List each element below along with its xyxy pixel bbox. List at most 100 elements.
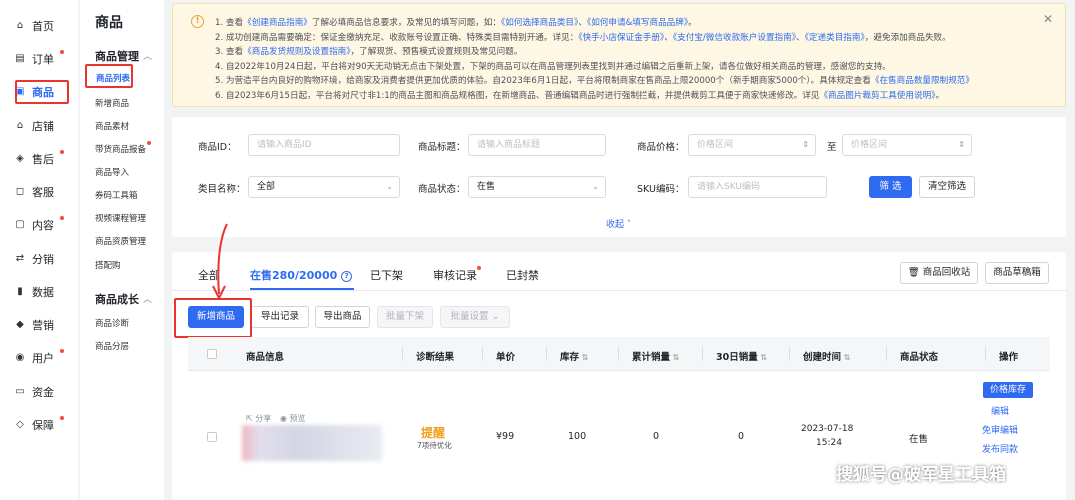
nav-item-12[interactable]: ▭ 资金 — [14, 381, 72, 403]
notice-link[interactable]: 《快手小店保证金手册》 — [578, 33, 664, 43]
created-date: 2023-07-18 — [801, 424, 854, 434]
notice-line-6: 6. 自2023年6月15日起，平台将对尺寸非1:1的商品主图和商品规格图，在新… — [215, 89, 944, 101]
notification-dot — [60, 349, 64, 353]
column-separator — [482, 347, 483, 361]
export-record-button[interactable]: 导出记录 — [251, 306, 309, 328]
column-header-7[interactable]: 创建时间 ⇅ — [803, 343, 851, 373]
total-sales: 0 — [653, 431, 660, 442]
tab-on-sale[interactable]: 在售280/20000 ? — [250, 267, 353, 283]
notification-dot — [147, 141, 151, 145]
column-separator — [702, 347, 703, 361]
shield-icon: ◇ — [16, 419, 24, 430]
product-title-input[interactable]: 请输入商品标题 — [468, 134, 606, 156]
column-header-label: 诊断结果 — [416, 352, 455, 363]
preview-link[interactable]: ◉ 预览 — [280, 413, 306, 424]
column-header-9: 操作 — [999, 343, 1018, 373]
price-stock-button[interactable]: 价格库存 — [983, 382, 1033, 398]
product-id-label: 商品ID： — [198, 142, 237, 153]
distribution-icon: ⇄ — [15, 253, 25, 264]
batch-settings-button[interactable]: 批量设置 ⌄ — [440, 306, 510, 328]
notice-text: 。 — [688, 18, 697, 28]
column-header-label: 操作 — [999, 352, 1019, 363]
notice-text: 、 — [796, 32, 805, 43]
notice-text: 了解必填商品信息要求，及常见的填写问题，如： — [311, 18, 501, 28]
price-from-input[interactable]: 价格区间 ⇕ — [688, 134, 816, 156]
nav-group-product-management[interactable]: 商品管理 ︿ — [95, 48, 152, 64]
store-icon: ⌂ — [16, 120, 24, 131]
clear-filter-button[interactable]: 清空筛选 — [919, 176, 975, 198]
notice-line-3: 3. 查看《商品发货规则及设置指南》，了解现货、预售模式设置规则及常见问题。 — [215, 45, 522, 57]
price-to-input[interactable]: 价格区间 ⇕ — [842, 134, 972, 156]
subnav-item-3[interactable]: 商品素材 — [95, 120, 129, 132]
export-product-button[interactable]: 导出商品 — [315, 306, 370, 328]
row-checkbox[interactable] — [207, 432, 217, 442]
category-select[interactable]: 全部 ⌄ — [248, 176, 400, 198]
subnav-item-6[interactable]: 券码工具箱 — [95, 189, 138, 201]
subnav-item-5[interactable]: 商品导入 — [95, 166, 129, 178]
column-header-label: 库存 — [560, 352, 580, 363]
nav-item-4[interactable]: ⌂ 店铺 — [14, 115, 72, 137]
select-all-checkbox[interactable] — [207, 349, 217, 359]
diagnosis-result: 提醒 — [421, 426, 446, 440]
subnav-item-4[interactable]: 带货商品报备 — [95, 143, 146, 155]
subnav-growth-item-2[interactable]: 商品分层 — [95, 340, 129, 352]
product-status-select[interactable]: 在售 ⌄ — [468, 176, 606, 198]
notice-link[interactable]: 《商品图片裁剪工具使用说明》 — [819, 91, 935, 101]
subnav-item-7[interactable]: 视频课程管理 — [95, 212, 146, 224]
stepper-icon: ⇕ — [958, 140, 965, 149]
home-icon: ⌂ — [16, 20, 24, 31]
notice-text: ，了解现货、预售模式设置规则及常见问题。 — [350, 47, 523, 57]
nav-item-label: 店铺 — [32, 120, 54, 133]
notice-text: 5. 为营造平台内良好的购物环境，给商家及消费者提供更加优质的体验。自2023年… — [215, 76, 871, 86]
nav-group-product-growth[interactable]: 商品成长 ︿ — [95, 291, 152, 307]
notice-link[interactable]: 《在售商品数量限制规范》 — [871, 76, 974, 86]
nav-item-1[interactable]: ⌂ 首页 — [14, 15, 72, 37]
nav-item-label: 订单 — [32, 53, 54, 66]
notice-link[interactable]: 《支付宝/微信收款账户设置指南》 — [673, 33, 796, 43]
sort-icon[interactable]: ⇅ — [670, 353, 680, 362]
column-header-6[interactable]: 30日销量 ⇅ — [716, 343, 767, 373]
nav-item-6[interactable]: ◻ 客服 — [14, 181, 72, 203]
subnav-item-8[interactable]: 商品资质管理 — [95, 235, 146, 247]
subnav-growth-item-1[interactable]: 商品诊断 — [95, 317, 129, 329]
chevron-down-icon: ⌄ — [491, 311, 500, 322]
product-title-label: 商品标题： — [418, 142, 466, 153]
recycle-bin-button[interactable]: 🗑 商品回收站 — [900, 262, 978, 284]
product-id-input[interactable]: 请输入商品ID — [248, 134, 400, 156]
notice-link[interactable]: 《商品发货规则及设置指南》 — [243, 47, 350, 57]
funds-icon: ▭ — [15, 386, 25, 397]
notice-link[interactable]: 《创建商品指南》 — [243, 18, 312, 28]
column-header-label: 30日销量 — [716, 352, 758, 363]
subnav-item-9[interactable]: 搭配购 — [95, 259, 121, 271]
sort-icon[interactable]: ⇅ — [841, 353, 851, 362]
column-header-5[interactable]: 累计销量 ⇅ — [632, 343, 680, 373]
sku-input[interactable]: 请输入SKU编码 — [688, 176, 827, 198]
tab-review-records[interactable]: 审核记录 — [433, 267, 477, 283]
share-link[interactable]: ⇱ 分享 — [246, 413, 271, 424]
batch-off-shelf-button[interactable]: 批量下架 — [377, 306, 433, 328]
nav-item-8[interactable]: ⇄ 分销 — [14, 248, 72, 270]
tab-off-shelf[interactable]: 已下架 — [370, 267, 403, 283]
nav-item-9[interactable]: ▮ 数据 — [14, 281, 72, 303]
draft-box-button[interactable]: 商品草稿箱 — [985, 262, 1049, 284]
trash-icon: 🗑 — [907, 267, 920, 278]
collapse-link[interactable]: 收起 ˆ — [606, 217, 631, 230]
order-icon: ▤ — [15, 53, 25, 64]
notice-link[interactable]: 《如何选择商品类目》 — [501, 18, 578, 28]
edit-link[interactable]: 编辑 — [970, 404, 1030, 417]
subnav-item-2[interactable]: 新增商品 — [95, 97, 129, 109]
publish-same-link[interactable]: 发布同款 — [970, 442, 1030, 455]
column-header-4[interactable]: 库存 ⇅ — [560, 343, 589, 373]
nav-item-10[interactable]: ◆ 营销 — [14, 314, 72, 336]
sort-icon[interactable]: ⇅ — [579, 353, 589, 362]
column-separator — [985, 347, 986, 361]
annotation-arrow — [212, 223, 228, 301]
close-icon[interactable]: ✕ — [1043, 12, 1053, 26]
sort-icon[interactable]: ⇅ — [758, 353, 768, 362]
tab-banned[interactable]: 已封禁 — [506, 267, 539, 283]
filter-button[interactable]: 筛 选 — [869, 176, 912, 198]
notice-link[interactable]: 《定递类目指南》 — [805, 33, 865, 43]
help-icon[interactable]: ? — [341, 271, 353, 282]
notice-link[interactable]: 《如何申请&填写商品品牌》 — [587, 18, 688, 28]
free-review-edit-link[interactable]: 免审编辑 — [970, 423, 1030, 436]
